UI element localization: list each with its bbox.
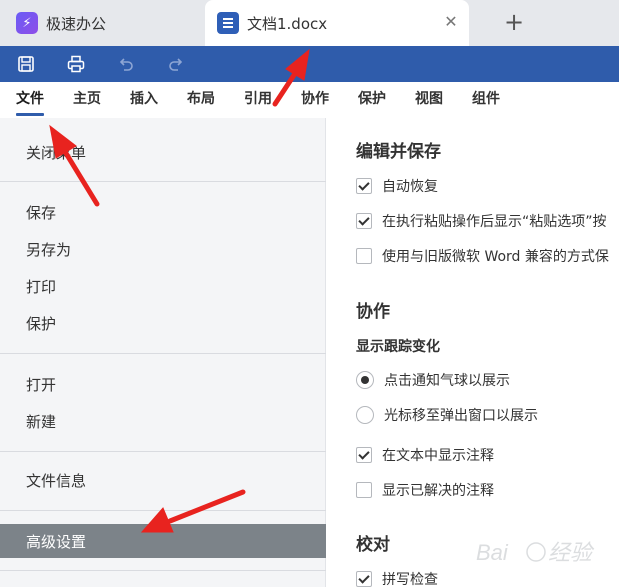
save-as-item[interactable]: 另存为 [26, 239, 71, 260]
menu-protect[interactable]: 保护 [358, 82, 386, 118]
spellcheck-option[interactable]: 拼写检查 [356, 569, 438, 587]
spellcheck-checkbox[interactable] [356, 571, 372, 587]
divider [0, 510, 326, 511]
protect-item[interactable]: 保护 [26, 313, 56, 334]
quick-access-toolbar [0, 46, 619, 82]
legacy-word-option[interactable]: 使用与旧版微软 Word 兼容的方式保 [356, 246, 609, 266]
show-comments-option[interactable]: 在文本中显示注释 [356, 445, 494, 465]
autorecover-checkbox[interactable] [356, 178, 372, 194]
advanced-settings-label: 高级设置 [26, 533, 87, 551]
hover-popup-label: 光标移至弹出窗口以展示 [384, 408, 538, 424]
menu-layout[interactable]: 布局 [187, 82, 215, 118]
menu-collaborate[interactable]: 协作 [301, 82, 329, 118]
autorecover-option[interactable]: 自动恢复 [356, 176, 438, 196]
redo-icon[interactable] [164, 52, 188, 76]
section-proofing-title: 校对 [356, 535, 390, 555]
file-info-item[interactable]: 文件信息 [26, 470, 86, 491]
add-tab-button[interactable]: + [500, 8, 528, 36]
menu-insert[interactable]: 插入 [130, 82, 158, 118]
legacy-word-label: 使用与旧版微软 Word 兼容的方式保 [382, 249, 609, 265]
show-resolved-checkbox[interactable] [356, 482, 372, 498]
track-changes-title: 显示跟踪变化 [356, 339, 440, 355]
divider [0, 570, 326, 571]
divider [0, 353, 326, 354]
show-resolved-label: 显示已解决的注释 [382, 483, 494, 499]
menu-references[interactable]: 引用 [244, 82, 272, 118]
menu-components[interactable]: 组件 [472, 82, 500, 118]
show-comments-label: 在文本中显示注释 [382, 448, 494, 464]
save-icon[interactable] [14, 52, 38, 76]
baidu-watermark-logo: Bai 经验 [476, 540, 595, 565]
svg-text:经验: 经验 [548, 540, 595, 565]
paste-options-label: 在执行粘贴操作后显示“粘贴选项”按 [382, 214, 607, 230]
menu-bar: 文件 主页 插入 布局 引用 协作 保护 视图 组件 [0, 82, 619, 118]
tab-document-label: 文档1.docx [247, 14, 328, 33]
autorecover-label: 自动恢复 [382, 179, 438, 195]
paste-options-checkbox[interactable] [356, 213, 372, 229]
print-icon[interactable] [64, 52, 88, 76]
tab-bar: ⚡ 极速办公 文档1.docx ✕ + [0, 0, 619, 46]
file-menu-panel: 关闭菜单 保存 另存为 打印 保护 打开 新建 文件信息 高级设置 [0, 118, 326, 587]
document-icon [217, 12, 239, 34]
open-item[interactable]: 打开 [26, 374, 56, 395]
svg-text:Bai: Bai [476, 540, 509, 565]
tab-app-label: 极速办公 [46, 14, 107, 33]
divider [0, 181, 326, 182]
hover-popup-radio[interactable] [356, 406, 374, 424]
save-item[interactable]: 保存 [26, 202, 56, 223]
balloon-radio[interactable] [356, 371, 374, 389]
show-comments-checkbox[interactable] [356, 447, 372, 463]
advanced-settings-panel: 编辑并保存 自动恢复 在执行粘贴操作后显示“粘贴选项”按 使用与旧版微软 Wor… [327, 118, 619, 587]
menu-file[interactable]: 文件 [16, 82, 44, 118]
advanced-settings-item[interactable]: 高级设置 [0, 524, 326, 558]
close-tab-icon[interactable]: ✕ [441, 12, 461, 32]
close-menu-item[interactable]: 关闭菜单 [26, 142, 86, 163]
section-edit-save-title: 编辑并保存 [356, 142, 441, 162]
menu-home[interactable]: 主页 [73, 82, 101, 118]
divider [0, 451, 326, 452]
balloon-label: 点击通知气球以展示 [384, 373, 510, 389]
balloon-option[interactable]: 点击通知气球以展示 [356, 370, 510, 390]
show-resolved-option[interactable]: 显示已解决的注释 [356, 480, 494, 500]
tab-app-home[interactable]: ⚡ 极速办公 [0, 0, 193, 46]
hover-popup-option[interactable]: 光标移至弹出窗口以展示 [356, 405, 538, 425]
app-logo-icon: ⚡ [16, 12, 38, 34]
paste-options-option[interactable]: 在执行粘贴操作后显示“粘贴选项”按 [356, 211, 607, 231]
new-item[interactable]: 新建 [26, 411, 56, 432]
undo-icon[interactable] [114, 52, 138, 76]
spellcheck-label: 拼写检查 [382, 572, 438, 587]
print-item[interactable]: 打印 [26, 276, 56, 297]
legacy-word-checkbox[interactable] [356, 248, 372, 264]
tab-document[interactable]: 文档1.docx ✕ [205, 0, 469, 46]
section-collab-title: 协作 [356, 302, 390, 322]
menu-view[interactable]: 视图 [415, 82, 443, 118]
